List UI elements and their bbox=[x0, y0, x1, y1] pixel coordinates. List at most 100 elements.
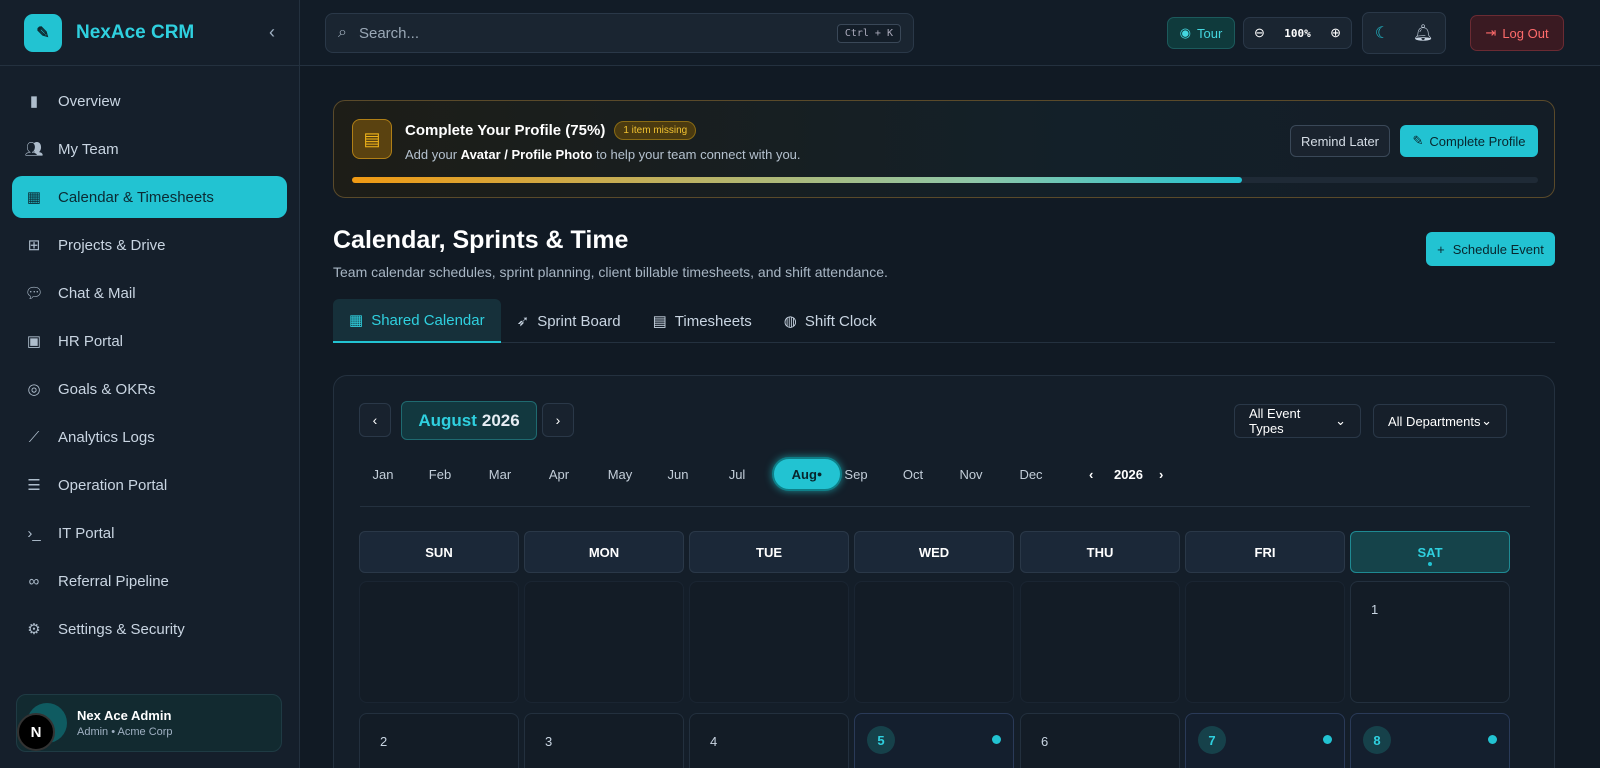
sidebar: ✎ NexAce CRM ‹ ▮ Overview 👥︎ My Team ▦ Calend… bbox=[0, 0, 300, 768]
month-label-text: Oct bbox=[902, 466, 924, 482]
sidebar-item-projects-drive[interactable]: ⊞ Projects & Drive bbox=[12, 224, 287, 266]
remind-later-button[interactable]: Remind Later bbox=[1290, 125, 1390, 157]
search-input[interactable]: ⌕ Search... Ctrl + K bbox=[325, 13, 914, 53]
day-number: 3 bbox=[545, 734, 553, 749]
day-number: 8 bbox=[1363, 726, 1391, 754]
month-label-text: Jul bbox=[728, 466, 746, 482]
chat-icon: 💬︎ bbox=[24, 285, 44, 302]
month-jul[interactable]: Jul bbox=[714, 457, 760, 491]
divider bbox=[360, 506, 1530, 507]
next-month-button[interactable]: › bbox=[542, 403, 574, 437]
sidebar-item-my-team[interactable]: 👥︎ My Team bbox=[12, 128, 287, 170]
month-dec[interactable]: Dec bbox=[1008, 457, 1054, 491]
department-select[interactable]: All Departments ⌄ bbox=[1373, 404, 1507, 438]
logout-icon: ⇥ bbox=[1485, 25, 1497, 40]
compass-icon: ◉ bbox=[1179, 25, 1192, 40]
sidebar-item-overview[interactable]: ▮ Overview bbox=[12, 80, 287, 122]
sidebar-item-settings-security[interactable]: ⚙ Settings & Security bbox=[12, 608, 287, 650]
zoom-out-icon[interactable]: ⊖ bbox=[1254, 25, 1265, 41]
sidebar-item-it-portal[interactable]: ›_ IT Portal bbox=[12, 512, 287, 554]
event-indicator-dot bbox=[1488, 735, 1497, 744]
topbar: ⌕ Search... Ctrl + K ◉ Tour ⊖ 100% ⊕ ☾ 🔔… bbox=[300, 0, 1600, 66]
banner-subtitle: Add your Avatar / Profile Photo to help … bbox=[405, 147, 801, 162]
event-indicator-dot bbox=[1323, 735, 1332, 744]
chevron-left-icon: ‹ bbox=[372, 412, 378, 428]
month-apr[interactable]: Apr bbox=[536, 457, 582, 491]
calendar-day-cell[interactable]: 3 bbox=[524, 713, 684, 768]
weekday-label: SAT bbox=[1417, 544, 1443, 560]
current-month-dot: ● bbox=[816, 469, 823, 479]
calendar-day-cell[interactable]: 8 bbox=[1350, 713, 1510, 768]
month-jun[interactable]: Jun bbox=[655, 457, 701, 491]
tab-label: Sprint Board bbox=[537, 312, 621, 330]
month-jan[interactable]: Jan bbox=[360, 457, 406, 491]
weekday-mon: MON bbox=[524, 531, 684, 573]
zoom-in-icon[interactable]: ⊕ bbox=[1330, 25, 1341, 41]
next-year-icon[interactable]: › bbox=[1159, 457, 1163, 491]
month-nov[interactable]: Nov bbox=[948, 457, 994, 491]
weekday-label: MON bbox=[588, 544, 620, 560]
sidebar-item-label: Referral Pipeline bbox=[58, 572, 169, 590]
sidebar-item-label: Overview bbox=[58, 92, 121, 110]
complete-profile-button[interactable]: ✎ Complete Profile bbox=[1400, 125, 1538, 157]
banner-title: Complete Your Profile (75%) 1 item missi… bbox=[405, 121, 697, 140]
sidebar-item-hr-portal[interactable]: ▣ HR Portal bbox=[12, 320, 287, 362]
month-label-text: Mar bbox=[488, 466, 512, 482]
calendar-day-cell[interactable]: 2 bbox=[359, 713, 519, 768]
weekday-fri: FRI bbox=[1185, 531, 1345, 573]
month-aug[interactable]: Aug ● bbox=[772, 457, 842, 491]
sidebar-item-operation-portal[interactable]: ☰ Operation Portal bbox=[12, 464, 287, 506]
calendar-day-cell[interactable]: 1 bbox=[1350, 581, 1510, 703]
prev-month-button[interactable]: ‹ bbox=[359, 403, 391, 437]
calendar-day-cell[interactable]: 7 bbox=[1185, 713, 1345, 768]
month-label-text: Nov bbox=[959, 466, 983, 482]
bell-icon[interactable]: 🔔︎ bbox=[1413, 23, 1433, 43]
schedule-event-button[interactable]: + Schedule Event bbox=[1426, 232, 1555, 266]
calendar-day-cell bbox=[359, 581, 519, 703]
calendar-day-cell[interactable]: 5 bbox=[854, 713, 1014, 768]
link-icon: ∞ bbox=[28, 572, 40, 590]
sidebar-item-label: Chat & Mail bbox=[58, 284, 136, 302]
sidebar-item-chat-mail[interactable]: 💬︎ Chat & Mail bbox=[12, 272, 287, 314]
user-card[interactable]: N Nex Ace Admin Admin • Acme Corp bbox=[16, 694, 282, 752]
plus-icon: + bbox=[1437, 241, 1445, 257]
month-oct[interactable]: Oct bbox=[890, 457, 936, 491]
sidebar-item-goals-okrs[interactable]: ◎ Goals & OKRs bbox=[12, 368, 287, 410]
month-mar[interactable]: Mar bbox=[476, 457, 524, 491]
tab-sprint-board[interactable]: ➶ Sprint Board bbox=[501, 299, 637, 343]
sidebar-item-label: Goals & OKRs bbox=[58, 380, 156, 398]
prev-year-icon[interactable]: ‹ bbox=[1089, 457, 1093, 491]
month-picker: Jan Feb Mar Apr May Jun Jul Aug ● Sep Oct Nov Dec bbox=[360, 457, 1530, 491]
main-content: ▤ Complete Your Profile (75%) 1 item mis… bbox=[333, 66, 1555, 768]
day-number: 2 bbox=[380, 734, 388, 749]
tab-timesheets[interactable]: ▤ Timesheets bbox=[637, 299, 768, 343]
tab-shared-calendar[interactable]: ▦ Shared Calendar bbox=[333, 299, 501, 343]
calendar-day-cell[interactable]: 4 bbox=[689, 713, 849, 768]
month-sep[interactable]: Sep bbox=[834, 457, 878, 491]
users-icon: 👥︎ bbox=[24, 141, 44, 158]
month-name: August bbox=[418, 410, 477, 430]
sidebar-item-analytics-logs[interactable]: ⟋ Analytics Logs bbox=[12, 416, 287, 458]
month-may[interactable]: May bbox=[595, 457, 645, 491]
target-icon: ◎ bbox=[27, 381, 41, 398]
banner-sub-suffix: to help your team connect with you. bbox=[596, 147, 801, 162]
sidebar-item-referral-pipeline[interactable]: ∞ Referral Pipeline bbox=[12, 560, 287, 602]
briefcase-icon: ▣ bbox=[26, 333, 42, 350]
moon-icon[interactable]: ☾ bbox=[1375, 23, 1389, 43]
tour-button[interactable]: ◉ Tour bbox=[1167, 17, 1235, 49]
logout-button[interactable]: ⇥ Log Out bbox=[1470, 15, 1564, 51]
event-type-select[interactable]: All Event Types ⌄ bbox=[1234, 404, 1361, 438]
chevron-left-icon[interactable]: ‹ bbox=[269, 22, 275, 43]
tab-shift-clock[interactable]: ◍ Shift Clock bbox=[768, 299, 893, 343]
sidebar-item-calendar-timesheets[interactable]: ▦ Calendar & Timesheets bbox=[12, 176, 287, 218]
today-dot bbox=[1428, 562, 1432, 566]
toolbar-icons: ☾ 🔔︎ bbox=[1362, 12, 1446, 54]
sidebar-item-label: HR Portal bbox=[58, 332, 124, 350]
month-feb[interactable]: Feb bbox=[417, 457, 463, 491]
zoom-control: ⊖ 100% ⊕ bbox=[1243, 17, 1352, 49]
gear-icon: ⚙ bbox=[27, 621, 41, 638]
missing-badge: 1 item missing bbox=[614, 121, 697, 140]
user-name: Nex Ace Admin bbox=[77, 708, 172, 723]
calendar-day-cell[interactable]: 6 bbox=[1020, 713, 1180, 768]
line-chart-icon: ⟋ bbox=[28, 428, 40, 446]
